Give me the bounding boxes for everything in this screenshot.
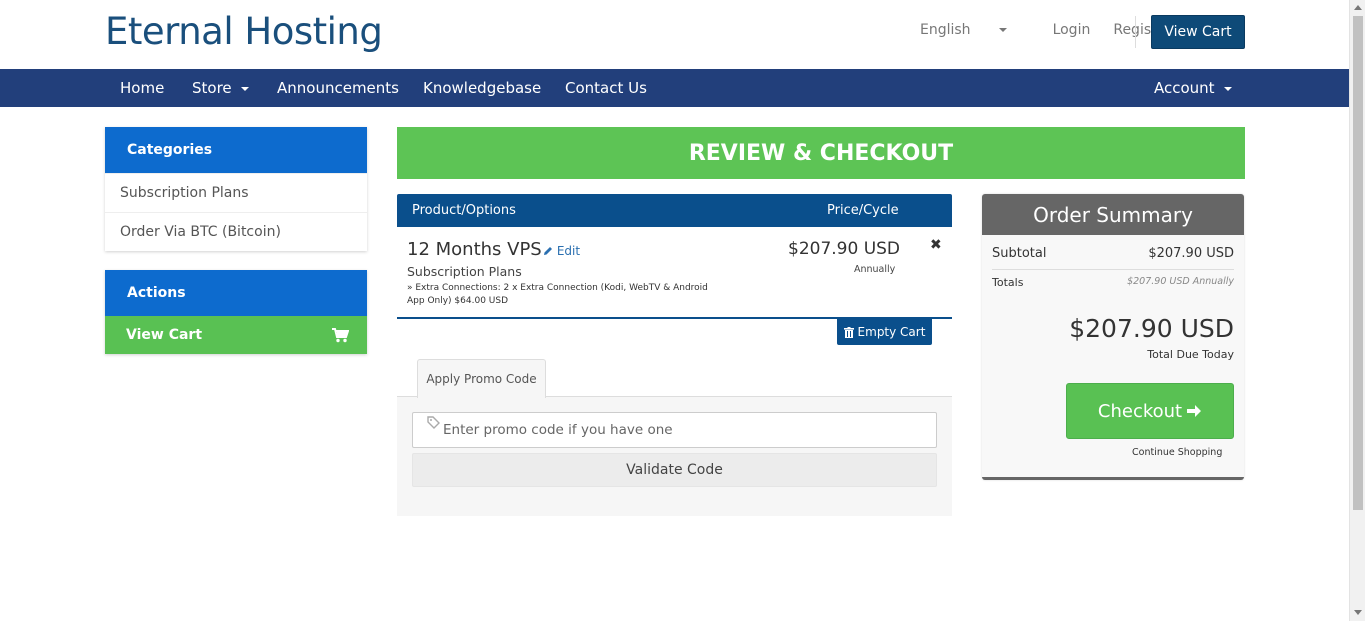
tag-icon (427, 416, 440, 429)
shopping-cart-icon (332, 327, 349, 342)
nav-account-label: Account (1154, 79, 1215, 97)
edit-link[interactable]: Edit (543, 244, 580, 258)
header-divider (1135, 16, 1136, 48)
empty-cart-label: Empty Cart (857, 325, 926, 339)
page-scrollbar[interactable] (1349, 0, 1365, 621)
item-price: $207.90 USD (788, 239, 901, 259)
chevron-down-icon (240, 86, 249, 91)
cart-table-header: Product/Options Price/Cycle (397, 194, 952, 227)
subtotal-row: Subtotal $207.90 USD (992, 246, 1234, 261)
column-price: Price/Cycle (827, 203, 899, 218)
totals-label: Totals (992, 276, 1024, 289)
language-dropdown[interactable]: English (920, 22, 1030, 38)
subtotal-label: Subtotal (992, 246, 1047, 261)
sidebar-view-cart-label: View Cart (126, 327, 203, 343)
site-logo[interactable]: Eternal Hosting (105, 10, 383, 53)
scroll-up-icon[interactable] (1354, 5, 1362, 10)
edit-label: Edit (556, 244, 581, 258)
nav-account[interactable]: Account (1154, 79, 1232, 97)
nav-contact[interactable]: Contact Us (565, 79, 647, 97)
remove-item-icon[interactable]: ✖ (930, 237, 942, 253)
category-item[interactable]: Subscription Plans (105, 173, 367, 212)
site-header: Eternal Hosting English Login Register V… (0, 0, 1349, 69)
trash-icon (843, 326, 854, 338)
chevron-down-icon (1223, 86, 1232, 91)
chevron-down-icon (998, 28, 1007, 32)
tab-apply-promo[interactable]: Apply Promo Code (417, 359, 546, 398)
product-name: 12 Months VPS (407, 239, 542, 260)
nav-home[interactable]: Home (120, 79, 164, 97)
promo-input-wrapper (412, 412, 937, 448)
view-cart-button[interactable]: View Cart (1151, 15, 1245, 49)
login-link[interactable]: Login (1053, 22, 1091, 38)
scroll-down-icon[interactable] (1354, 610, 1362, 615)
nav-store-label: Store (192, 79, 232, 97)
scroll-thumb[interactable] (1353, 16, 1363, 510)
categories-panel: Categories Subscription Plans Order Via … (105, 127, 367, 251)
cart-item-row: 12 Months VPS Edit Subscription Plans » … (397, 227, 952, 319)
order-summary-title: Order Summary (982, 194, 1244, 235)
main-navbar: Home Store Announcements Knowledgebase C… (0, 69, 1349, 107)
actions-panel: Actions View Cart (105, 270, 367, 354)
total-due-label: Total Due Today (1147, 348, 1234, 361)
checkout-label: Checkout (1097, 400, 1183, 422)
pencil-icon (544, 247, 552, 255)
total-due-amount: $207.90 USD (1069, 314, 1234, 343)
category-item[interactable]: Order Via BTC (Bitcoin) (105, 212, 367, 251)
column-product: Product/Options (412, 203, 516, 218)
validate-code-button[interactable]: Validate Code (412, 453, 937, 487)
totals-value: $207.90 USD Annually (1127, 276, 1234, 287)
continue-shopping-link[interactable]: Continue Shopping (1132, 447, 1222, 458)
nav-announcements[interactable]: Announcements (277, 79, 399, 97)
arrow-right-icon (1187, 405, 1202, 417)
page-title: REVIEW & CHECKOUT (397, 127, 1245, 179)
empty-cart-button[interactable]: Empty Cart (837, 319, 932, 345)
nav-knowledgebase[interactable]: Knowledgebase (423, 79, 541, 97)
actions-title: Actions (105, 270, 367, 316)
totals-row: Totals $207.90 USD Annually (992, 276, 1234, 289)
nav-store[interactable]: Store (192, 79, 249, 97)
product-option: » Extra Connections: 2 x Extra Connectio… (407, 283, 708, 306)
summary-divider (992, 269, 1234, 270)
sidebar-view-cart[interactable]: View Cart (105, 316, 367, 354)
subtotal-value: $207.90 USD (1148, 246, 1234, 261)
categories-title: Categories (105, 127, 367, 173)
item-cycle: Annually (854, 264, 896, 275)
product-group: Subscription Plans (407, 264, 522, 279)
language-label: English (920, 22, 971, 38)
promo-code-input[interactable] (443, 413, 923, 447)
checkout-button[interactable]: Checkout (1066, 383, 1234, 439)
order-summary: Order Summary Subtotal $207.90 USD Total… (982, 194, 1244, 480)
